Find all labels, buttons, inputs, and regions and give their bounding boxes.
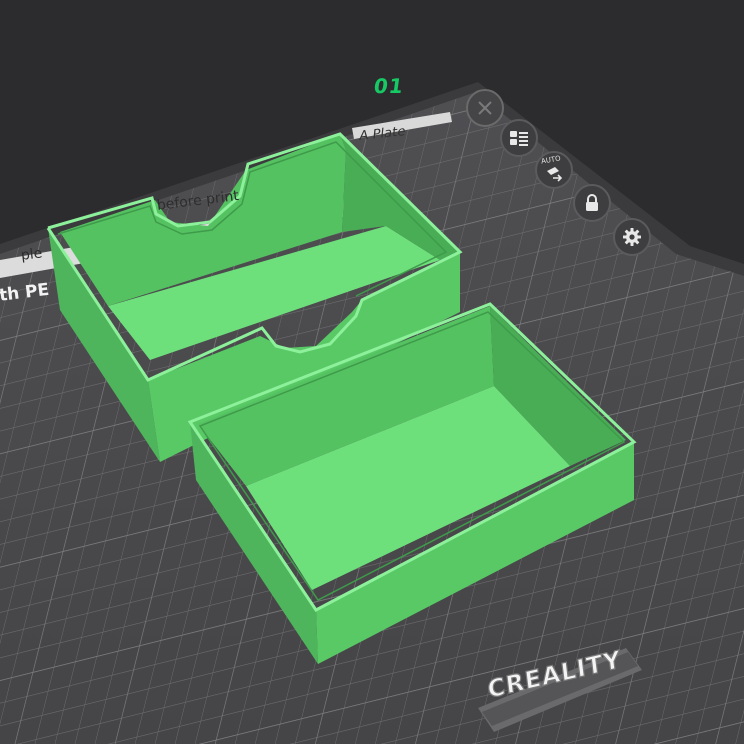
3d-viewport[interactable]: 01 A Plate ple before print th PE AUTO C… [0, 0, 744, 744]
delete-plate-button[interactable] [466, 89, 504, 127]
auto-orient-icon [547, 167, 563, 182]
arrange-button[interactable] [500, 119, 538, 157]
list-layout-icon [510, 131, 528, 146]
close-icon [478, 101, 492, 115]
lock-icon [586, 194, 598, 211]
scene [0, 0, 744, 744]
lock-plate-button[interactable] [573, 184, 611, 222]
notice-text-1: ple [20, 245, 44, 264]
gear-icon [623, 228, 641, 246]
plate-settings-button[interactable] [613, 218, 651, 256]
plate-number[interactable]: 01 [372, 74, 405, 98]
